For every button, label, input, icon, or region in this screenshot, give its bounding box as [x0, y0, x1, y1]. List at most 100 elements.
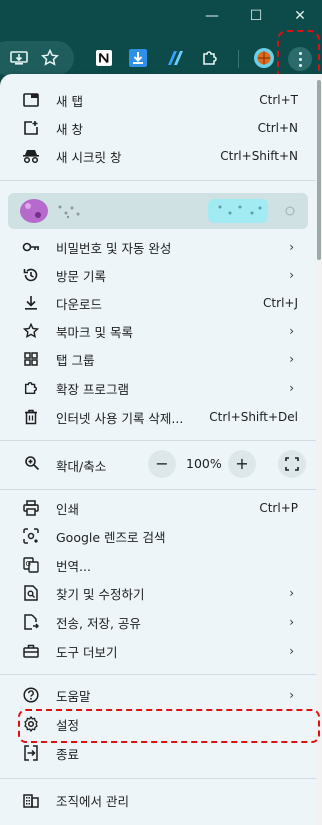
- menu-item-new-tab[interactable]: 새 탭 Ctrl+T: [0, 86, 316, 114]
- menu-divider: [0, 778, 316, 779]
- menu-item-clear-browsing-data[interactable]: 인터넷 사용 기록 삭제... Ctrl+Shift+Del: [0, 403, 316, 431]
- exit-label: 종료: [56, 746, 80, 762]
- blurred-profile-icon: [20, 199, 295, 223]
- toolbar-separator: [238, 50, 239, 68]
- menu-item-google-lens[interactable]: Google 렌즈로 검색: [0, 522, 316, 550]
- puzzle-icon[interactable]: [199, 47, 221, 69]
- menu-divider: [0, 180, 316, 181]
- chevron-right-icon: ›: [289, 688, 294, 702]
- history-icon: [22, 266, 40, 284]
- incognito-icon: [22, 147, 40, 165]
- building-icon: [22, 791, 40, 809]
- zoom-row: 확대/축소 − 100% +: [0, 449, 316, 479]
- chevron-right-icon: ›: [289, 615, 294, 629]
- new-tab-shortcut: Ctrl+T: [259, 93, 298, 107]
- menu-divider: [0, 440, 316, 441]
- incognito-shortcut: Ctrl+Shift+N: [220, 149, 298, 163]
- print-icon: [22, 499, 40, 517]
- download-icon: [22, 294, 40, 312]
- menu-divider: [0, 489, 316, 490]
- translate-icon: G: [22, 556, 40, 574]
- maximize-button[interactable]: ☐: [244, 6, 268, 26]
- find-icon: [22, 584, 40, 602]
- history-label: 방문 기록: [56, 268, 106, 284]
- zoom-icon: [24, 455, 40, 471]
- new-window-label: 새 창: [56, 121, 83, 137]
- chevron-right-icon: ›: [289, 240, 294, 254]
- new-tab-icon: [22, 91, 40, 109]
- new-window-shortcut: Ctrl+N: [257, 121, 298, 135]
- menu-item-incognito[interactable]: 새 시크릿 창 Ctrl+Shift+N: [0, 142, 316, 170]
- trash-icon: [22, 408, 40, 426]
- zoom-label: 확대/축소: [56, 459, 107, 474]
- key-icon: [22, 238, 40, 256]
- exit-icon: [22, 744, 40, 762]
- share-file-icon: [22, 613, 40, 631]
- download-extension-icon[interactable]: [127, 47, 149, 69]
- profile-avatar[interactable]: [253, 47, 275, 69]
- settings-highlight: [18, 709, 320, 743]
- translate-label: 번역...: [56, 558, 91, 574]
- menu-item-tab-groups[interactable]: 탭 그룹 ›: [0, 345, 316, 373]
- notion-icon[interactable]: [93, 47, 115, 69]
- menu-item-history[interactable]: 방문 기록 ›: [0, 261, 316, 289]
- chevron-right-icon: ›: [289, 644, 294, 658]
- tab-groups-icon: [22, 350, 40, 368]
- fullscreen-icon: [285, 457, 299, 471]
- downloads-shortcut: Ctrl+J: [263, 296, 298, 310]
- chevron-right-icon: ›: [289, 586, 294, 600]
- title-bar: — ☐ ✕: [0, 0, 322, 36]
- menu-item-more-tools[interactable]: 도구 더보기 ›: [0, 637, 316, 665]
- menu-item-find-edit[interactable]: 찾기 및 수정하기 ›: [0, 579, 316, 607]
- zoom-in-button[interactable]: +: [228, 450, 256, 478]
- menu-item-managed-by-org[interactable]: 조직에서 관리: [0, 786, 316, 814]
- tab-groups-label: 탭 그룹: [56, 352, 95, 368]
- menu-divider: [0, 674, 316, 675]
- menu-item-help[interactable]: 도움말 ›: [0, 681, 316, 709]
- menu-item-new-window[interactable]: 새 창 Ctrl+N: [0, 114, 316, 142]
- extensions-label: 확장 프로그램: [56, 381, 129, 397]
- menu-item-cast-save-share[interactable]: 전송, 저장, 공유 ›: [0, 608, 316, 636]
- chevron-right-icon: ›: [289, 268, 294, 282]
- print-shortcut: Ctrl+P: [259, 501, 298, 515]
- passwords-label: 비밀번호 및 자동 완성: [56, 240, 172, 256]
- menu-item-print[interactable]: 인쇄 Ctrl+P: [0, 494, 316, 522]
- help-icon: [22, 686, 40, 704]
- perplexity-icon[interactable]: [164, 47, 186, 69]
- lens-icon: [22, 527, 40, 545]
- managed-label: 조직에서 관리: [56, 793, 129, 809]
- print-label: 인쇄: [56, 501, 80, 517]
- bookmarks-label: 북마크 및 목록: [56, 324, 133, 340]
- profile-row[interactable]: [8, 193, 308, 229]
- menu-item-bookmarks[interactable]: 북마크 및 목록 ›: [0, 317, 316, 345]
- bookmark-star-icon[interactable]: [39, 47, 61, 69]
- incognito-label: 새 시크릿 창: [56, 149, 122, 165]
- chevron-right-icon: ›: [289, 352, 294, 366]
- zoom-value: 100%: [186, 456, 222, 471]
- new-tab-label: 새 탭: [56, 93, 83, 109]
- fullscreen-button[interactable]: [278, 450, 306, 478]
- menu-item-translate[interactable]: G 번역...: [0, 551, 316, 579]
- clear-data-label: 인터넷 사용 기록 삭제...: [56, 410, 184, 426]
- clear-data-shortcut: Ctrl+Shift+Del: [209, 410, 298, 424]
- downloads-label: 다운로드: [56, 296, 103, 312]
- menu-item-downloads[interactable]: 다운로드 Ctrl+J: [0, 289, 316, 317]
- help-label: 도움말: [56, 688, 91, 704]
- find-edit-label: 찾기 및 수정하기: [56, 586, 145, 602]
- menu-item-extensions[interactable]: 확장 프로그램 ›: [0, 374, 316, 402]
- chevron-right-icon: ›: [289, 381, 294, 395]
- minimize-button[interactable]: —: [200, 6, 224, 26]
- menu-item-passwords[interactable]: 비밀번호 및 자동 완성 ›: [0, 233, 316, 261]
- zoom-out-button[interactable]: −: [148, 450, 176, 478]
- svg-text:G: G: [26, 560, 31, 568]
- chevron-right-icon: ›: [289, 324, 294, 338]
- install-icon[interactable]: [8, 47, 30, 69]
- menu-item-exit[interactable]: 종료: [0, 739, 316, 767]
- puzzle-icon: [22, 379, 40, 397]
- cast-save-share-label: 전송, 저장, 공유: [56, 615, 141, 631]
- toolbox-icon: [22, 642, 40, 660]
- lens-label: Google 렌즈로 검색: [56, 529, 166, 545]
- close-button[interactable]: ✕: [288, 6, 312, 26]
- scrollbar-thumb[interactable]: [317, 80, 321, 260]
- new-window-icon: [22, 119, 40, 137]
